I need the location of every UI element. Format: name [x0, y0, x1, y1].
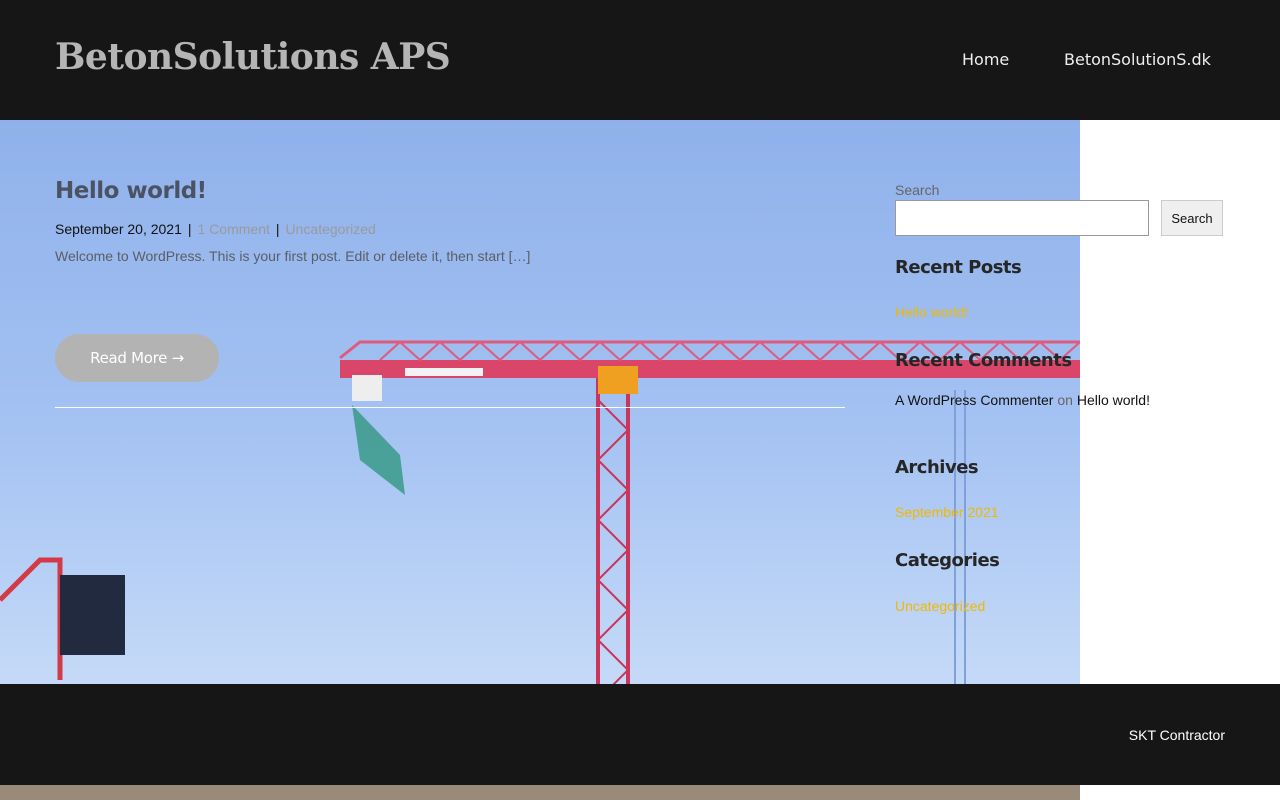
left-crane — [0, 557, 125, 680]
post-date: September 20, 2021 — [55, 221, 182, 237]
post-divider — [55, 407, 845, 408]
comment-on-text: on — [1057, 392, 1073, 408]
post-title[interactable]: Hello world! — [55, 178, 207, 204]
recent-post-link[interactable]: Hello world! — [895, 304, 968, 320]
recent-posts-heading: Recent Posts — [895, 257, 1022, 278]
search-button[interactable]: Search — [1161, 200, 1223, 236]
separator: | — [275, 221, 280, 237]
category-sidebar-link[interactable]: Uncategorized — [895, 598, 985, 614]
comment-post-link[interactable]: Hello world! — [1077, 392, 1150, 408]
nav-betonsolutions[interactable]: BetonSolutionS.dk — [1064, 50, 1211, 69]
site-title[interactable]: BetonSolutions APS — [55, 36, 451, 78]
comment-author-link[interactable]: A WordPress Commenter — [895, 392, 1053, 408]
read-more-button[interactable]: Read More → — [55, 334, 219, 382]
post-excerpt: Welcome to WordPress. This is your first… — [55, 248, 531, 264]
recent-comment: A WordPress Commenter on Hello world! — [895, 392, 1150, 408]
post-meta: September 20, 2021 | 1 Comment | Uncategoriz… — [55, 221, 376, 237]
footer-credit-link[interactable]: SKT Contractor — [1129, 727, 1225, 743]
category-link[interactable]: Uncategorized — [286, 221, 376, 237]
search-label: Search — [895, 182, 940, 198]
categories-heading: Categories — [895, 550, 1000, 571]
site-footer: SKT Contractor — [0, 684, 1280, 785]
site-header: BetonSolutions APS Home BetonSolutionS.d… — [0, 0, 1280, 120]
buildings — [0, 785, 1080, 800]
search-input[interactable] — [895, 200, 1149, 236]
recent-comments-heading: Recent Comments — [895, 350, 1072, 371]
comments-link[interactable]: 1 Comment — [198, 221, 270, 237]
archive-link[interactable]: September 2021 — [895, 504, 999, 520]
separator: | — [187, 221, 192, 237]
nav-home[interactable]: Home — [962, 50, 1009, 69]
flag — [352, 405, 405, 495]
archives-heading: Archives — [895, 457, 979, 478]
